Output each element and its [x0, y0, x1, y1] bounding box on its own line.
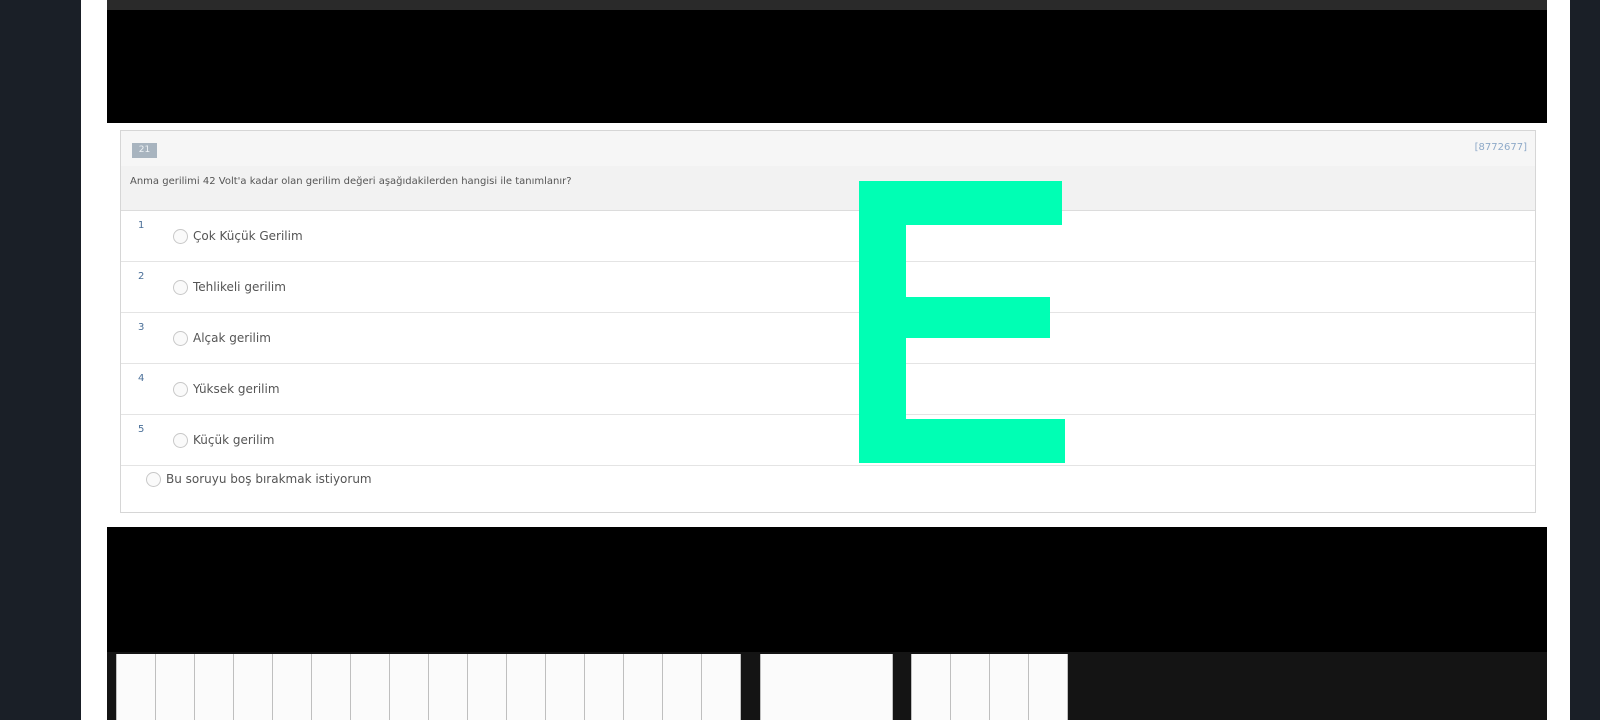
answer-option-4[interactable]: 4 Yüksek gerilim [121, 364, 1535, 415]
answer-option-2[interactable]: 2 Tehlikeli gerilim [121, 262, 1535, 313]
nav-cell[interactable] [950, 654, 990, 720]
nav-cell[interactable] [701, 654, 741, 720]
nav-cell[interactable] [428, 654, 468, 720]
nav-cell[interactable] [1028, 654, 1068, 720]
nav-cell[interactable] [116, 654, 156, 720]
nav-cell[interactable] [545, 654, 585, 720]
option-number: 3 [138, 322, 145, 333]
option-number: 2 [138, 271, 145, 282]
question-header: 21 [8772677] [121, 131, 1535, 167]
nav-cell[interactable] [233, 654, 273, 720]
top-strip [107, 0, 1547, 10]
nav-cell[interactable] [311, 654, 351, 720]
nav-cell[interactable] [506, 654, 546, 720]
nav-cell[interactable] [389, 654, 429, 720]
option-label[interactable]: Yüksek gerilim [193, 382, 280, 396]
question-text-row: Anma gerilimi 42 Volt'a kadar olan geril… [121, 166, 1535, 211]
option-number: 5 [138, 424, 145, 435]
option-radio[interactable] [173, 280, 188, 295]
nav-cell[interactable] [194, 654, 234, 720]
option-label[interactable]: Küçük gerilim [193, 433, 274, 447]
question-number-badge: 21 [132, 143, 157, 158]
option-number: 1 [138, 220, 145, 231]
option-label[interactable]: Alçak gerilim [193, 331, 271, 345]
nav-cell-wide[interactable] [760, 654, 893, 720]
nav-cell[interactable] [272, 654, 312, 720]
nav-cell[interactable] [989, 654, 1029, 720]
option-label[interactable]: Çok Küçük Gerilim [193, 229, 303, 243]
option-radio[interactable] [173, 229, 188, 244]
answer-option-5[interactable]: 5 Küçük gerilim [121, 415, 1535, 466]
question-id: [8772677] [1474, 142, 1527, 153]
question-text: Anma gerilimi 42 Volt'a kadar olan geril… [130, 176, 572, 187]
nav-cell[interactable] [467, 654, 507, 720]
nav-cell[interactable] [911, 654, 951, 720]
nav-cell[interactable] [584, 654, 624, 720]
skip-question-radio[interactable] [146, 472, 161, 487]
option-radio[interactable] [173, 382, 188, 397]
option-radio[interactable] [173, 331, 188, 346]
option-radio[interactable] [173, 433, 188, 448]
redacted-band-top [107, 10, 1547, 123]
option-label[interactable]: Tehlikeli gerilim [193, 280, 286, 294]
redacted-band-bottom [107, 527, 1547, 652]
nav-cell[interactable] [662, 654, 702, 720]
nav-cell[interactable] [623, 654, 663, 720]
answer-option-3[interactable]: 3 Alçak gerilim [121, 313, 1535, 364]
skip-question-label[interactable]: Bu soruyu boş bırakmak istiyorum [166, 472, 372, 486]
nav-cell[interactable] [350, 654, 390, 720]
nav-cell[interactable] [155, 654, 195, 720]
answer-option-1[interactable]: 1 Çok Küçük Gerilim [121, 211, 1535, 262]
question-card: 21 [8772677] Anma gerilimi 42 Volt'a kad… [120, 130, 1536, 513]
option-number: 4 [138, 373, 145, 384]
